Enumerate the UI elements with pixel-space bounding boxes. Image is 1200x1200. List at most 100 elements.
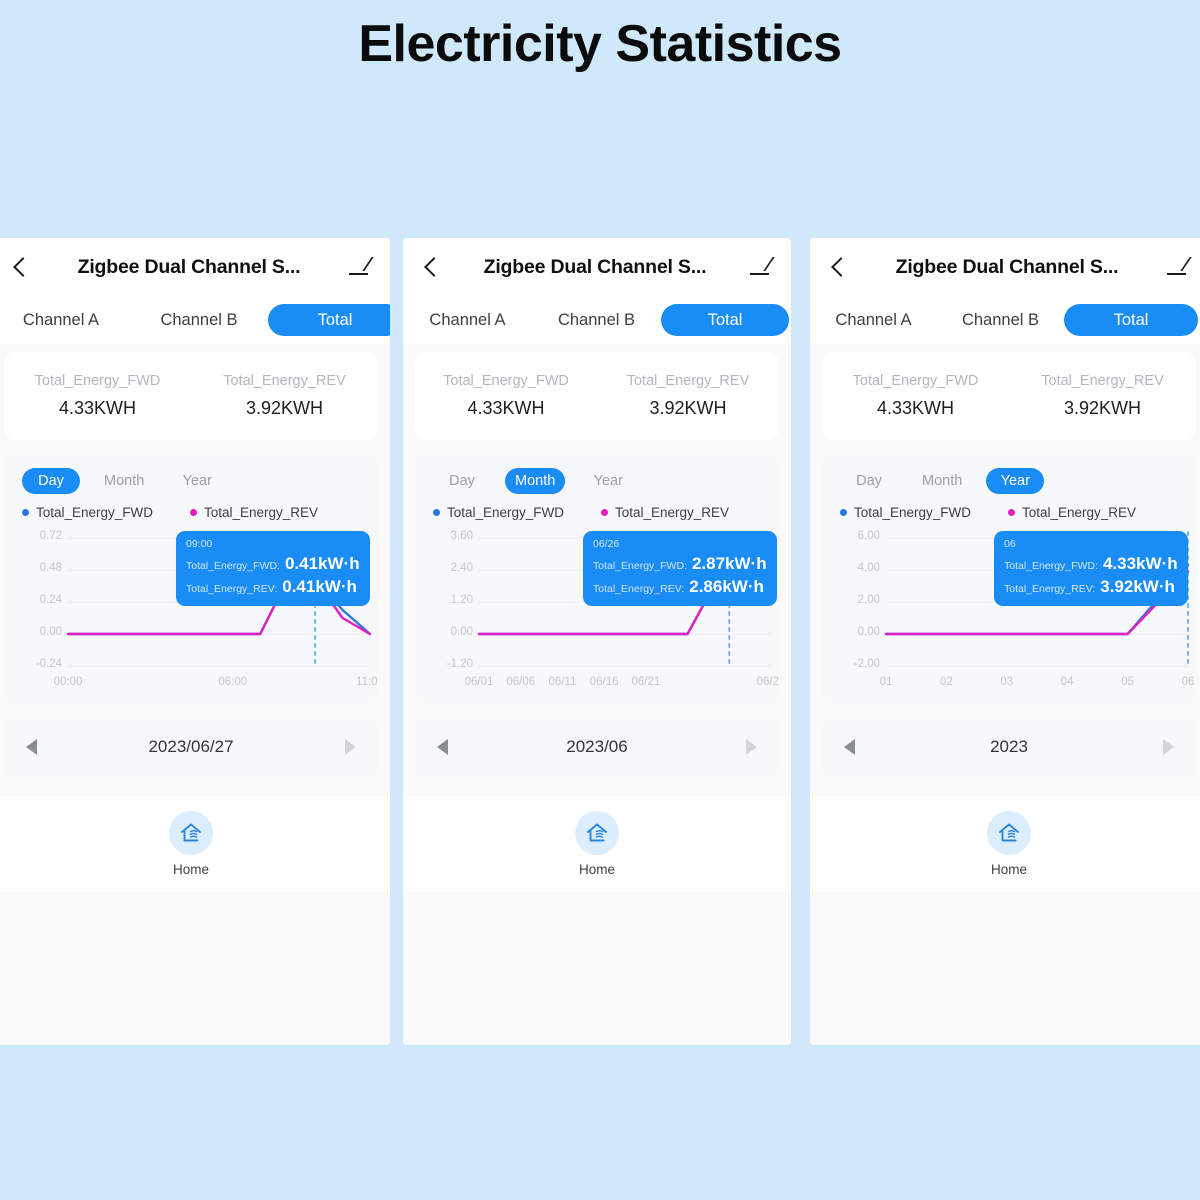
range-tab-bar: Day Month Year [822, 466, 1196, 496]
tab-channel-a[interactable]: Channel A [403, 311, 532, 330]
legend-label-fwd: Total_Energy_FWD [447, 504, 565, 520]
pencil-edit-icon[interactable] [747, 254, 773, 280]
range-tab-day[interactable]: Day [840, 468, 898, 494]
range-tab-year[interactable]: Year [986, 468, 1045, 494]
total-fwd-value: 4.33KWH [876, 398, 955, 418]
y-axis-tick-label: -1.20 [446, 658, 473, 670]
panel-filler [810, 892, 1200, 1012]
phone-panel-day: Zigbee Dual Channel S... Channel A Chann… [0, 238, 390, 1045]
tooltip-time: 09:00 [186, 538, 213, 550]
house-wifi-icon[interactable] [987, 811, 1031, 855]
y-axis-tick-label: 2.40 [450, 562, 473, 574]
tab-total[interactable]: Total [661, 304, 789, 336]
date-navigator: 2023 [822, 716, 1196, 778]
tooltip-row-fwd: Total_Energy_FWD: 2.87kW·h [593, 554, 767, 574]
x-axis-tick-label: 06/16 [589, 676, 619, 688]
total-fwd-cell: Total_Energy_FWD 4.33KWH [822, 373, 1009, 419]
triangle-right-icon[interactable] [345, 739, 356, 755]
date-navigator: 2023/06 [415, 716, 779, 778]
range-tab-year[interactable]: Year [579, 468, 637, 494]
y-axis-tick-label: 0.24 [39, 594, 62, 606]
range-tab-year[interactable]: Year [168, 468, 226, 494]
tab-channel-b[interactable]: Channel B [532, 311, 661, 330]
chart-card: Day Month Year Total_Energy_FWD Total_En… [4, 454, 378, 704]
navigation-bar: Zigbee Dual Channel S... [0, 238, 390, 296]
y-axis-tick-label: 0.48 [39, 562, 62, 574]
y-axis-tick-label: -2.00 [853, 658, 880, 670]
y-axis-tick-label: 4.00 [857, 562, 880, 574]
y-axis-tick-label: 3.60 [450, 530, 473, 542]
tab-channel-a[interactable]: Channel A [810, 311, 937, 330]
total-fwd-label: Total_Energy_FWD [852, 373, 979, 389]
range-tab-day[interactable]: Day [433, 468, 491, 494]
house-wifi-icon[interactable] [575, 811, 619, 855]
totals-section: Total_Energy_FWD 4.33KWH Total_Energy_RE… [810, 344, 1200, 440]
date-navigator: 2023/06/27 [4, 716, 378, 778]
tab-channel-b[interactable]: Channel B [130, 311, 268, 330]
totals-card: Total_Energy_FWD 4.33KWH Total_Energy_RE… [822, 352, 1196, 440]
phone-panel-month: Zigbee Dual Channel S... Channel A Chann… [403, 238, 791, 1045]
range-tab-day[interactable]: Day [22, 468, 80, 494]
total-rev-cell: Total_Energy_REV 3.92KWH [597, 373, 779, 419]
totals-card: Total_Energy_FWD 4.33KWH Total_Energy_RE… [4, 352, 378, 440]
legend-dot-fwd-icon [433, 508, 440, 516]
legend-dot-rev-icon [601, 508, 608, 516]
tab-total[interactable]: Total [1064, 304, 1198, 336]
total-fwd-label: Total_Energy_FWD [34, 373, 161, 389]
tooltip-value-rev: 2.86kW·h [689, 577, 764, 596]
tab-channel-b[interactable]: Channel B [937, 311, 1064, 330]
x-axis-tick-label: 06/06 [506, 676, 536, 688]
phone-panel-year: Zigbee Dual Channel S... Channel A Chann… [810, 238, 1200, 1045]
triangle-right-icon[interactable] [746, 739, 757, 755]
date-nav-section: 2023 [810, 704, 1200, 778]
legend-label-rev: Total_Energy_REV [204, 504, 319, 520]
legend-item-rev: Total_Energy_REV [601, 505, 729, 520]
tab-total[interactable]: Total [268, 304, 390, 336]
tab-channel-a[interactable]: Channel A [0, 311, 130, 330]
totals-section: Total_Energy_FWD 4.33KWH Total_Energy_RE… [0, 344, 390, 440]
home-label: Home [578, 862, 615, 877]
triangle-left-icon[interactable] [26, 739, 37, 755]
navigation-bar: Zigbee Dual Channel S... [403, 238, 791, 296]
range-tab-bar: Day Month Year [4, 466, 378, 496]
x-axis-tick-label: 05 [1121, 676, 1134, 688]
date-label: 2023/06 [566, 737, 628, 756]
triangle-left-icon[interactable] [437, 739, 448, 755]
chevron-left-icon[interactable] [421, 253, 443, 281]
pencil-edit-icon[interactable] [346, 254, 372, 280]
legend-dot-rev-icon [190, 508, 197, 516]
legend-dot-fwd-icon [22, 508, 29, 516]
range-tab-month[interactable]: Month [912, 468, 972, 494]
range-tab-month[interactable]: Month [94, 468, 154, 494]
channel-tab-bar: Channel A Channel B Total [403, 296, 791, 344]
chart-tooltip: 06/26 Total_Energy_FWD: 2.87kW·h Total_E… [583, 531, 777, 606]
triangle-left-icon[interactable] [844, 739, 855, 755]
total-rev-cell: Total_Energy_REV 3.92KWH [1009, 373, 1196, 419]
x-axis-tick-label: 06/27 [756, 676, 779, 688]
chevron-left-icon[interactable] [10, 253, 32, 281]
range-tab-month[interactable]: Month [505, 468, 566, 494]
y-axis-tick-label: -0.24 [35, 658, 62, 670]
chart-card: Day Month Year Total_Energy_FWD Total_En… [822, 454, 1196, 704]
triangle-right-icon[interactable] [1163, 739, 1174, 755]
date-nav-section: 2023/06/27 [0, 704, 390, 778]
y-axis-tick-label: 0.72 [39, 530, 62, 542]
tooltip-time: 06 [1004, 538, 1016, 550]
bottom-home-bar: Home [810, 796, 1200, 892]
range-tab-bar: Day Month Year [415, 466, 779, 496]
date-nav-section: 2023/06 [403, 704, 791, 778]
chevron-left-icon[interactable] [828, 253, 850, 281]
legend-item-rev: Total_Energy_REV [190, 505, 318, 520]
y-axis-tick-label: 1.20 [450, 594, 473, 606]
x-axis-tick-label: 11:00 [356, 676, 378, 688]
legend-item-rev: Total_Energy_REV [1008, 505, 1136, 520]
tooltip-row-rev: Total_Energy_REV: 0.41kW·h [186, 577, 360, 597]
channel-tab-bar: Channel A Channel B Total [810, 296, 1200, 344]
chart-section: Day Month Year Total_Energy_FWD Total_En… [0, 440, 390, 704]
date-label: 2023/06/27 [148, 737, 234, 756]
house-wifi-icon[interactable] [169, 811, 213, 855]
tooltip-row-fwd: Total_Energy_FWD: 0.41kW·h [186, 554, 360, 574]
total-fwd-value: 4.33KWH [58, 398, 137, 418]
pencil-edit-icon[interactable] [1164, 254, 1190, 280]
tooltip-key-rev: Total_Energy_REV: [186, 583, 278, 595]
